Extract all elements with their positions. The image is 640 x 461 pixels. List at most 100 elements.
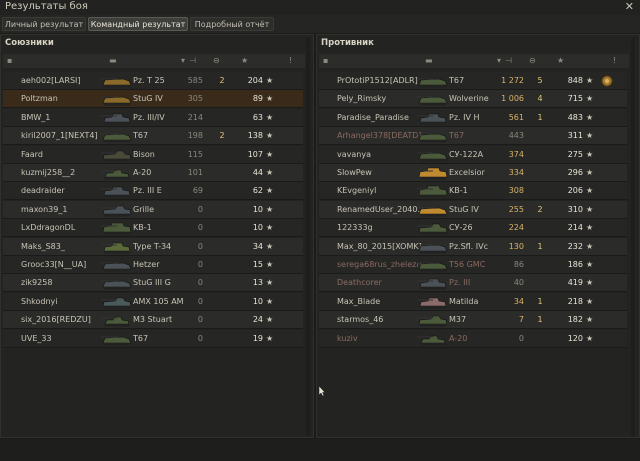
player-name[interactable]: kiril2007_1[NEXT4]	[21, 131, 98, 141]
player-row[interactable]: Arhangel378[DEATD] T67 443 311 ★	[319, 127, 627, 146]
medium-tank-icon	[101, 242, 131, 254]
player-name[interactable]: maxon39_1	[21, 205, 67, 215]
xp-icon[interactable]: ★	[557, 56, 564, 66]
damage-value: 101	[187, 168, 203, 177]
damage-value: 115	[187, 149, 203, 159]
damage-icon[interactable]: ⊣	[505, 56, 512, 66]
damage-value: 0	[197, 260, 203, 269]
player-name[interactable]: UVE_33	[21, 334, 52, 344]
player-row[interactable]: SlowPew Excelsior 334 296 ★	[319, 164, 627, 182]
info-icon[interactable]: !	[289, 56, 292, 66]
player-name[interactable]: vavanya	[337, 150, 371, 160]
platoon-icon[interactable]: ▪	[323, 56, 328, 66]
player-row[interactable]: LxDdragonDL KB-1 0 10 ★	[3, 219, 303, 238]
player-row[interactable]: Max_Blade Matilda 34 1 218 ★	[319, 292, 627, 311]
player-name[interactable]: RenamedUser_2040...	[337, 205, 425, 215]
player-row[interactable]: serega68rus_zhelezm... T56 GMC 86 186 ★	[319, 256, 627, 274]
damage-value: 69	[192, 186, 203, 196]
player-name[interactable]: PrOtotiP1512[ADLR]	[337, 76, 418, 86]
player-name[interactable]: Maks_S83_	[21, 242, 65, 252]
xp-icon[interactable]: ★	[241, 56, 248, 66]
sort-arrow-icon[interactable]: ▾	[181, 56, 185, 66]
player-row[interactable]: zik9258 StuG III G 0 13 ★	[3, 274, 303, 293]
player-row[interactable]: Shkodnyi AMX 105 AM 0 10 ★	[3, 292, 303, 311]
info-icon[interactable]: !	[613, 56, 616, 66]
player-name[interactable]: six_2016[REDZU]	[21, 315, 91, 325]
kills-value: 1	[537, 296, 543, 306]
damage-value: 334	[508, 168, 524, 177]
allies-scrollbar[interactable]	[306, 38, 310, 436]
player-row[interactable]: RenamedUser_2040... StuG IV 255 2 310 ★	[319, 200, 627, 219]
player-row[interactable]: PrOtotiP1512[ADLR] T67 1 272 5 848 ★	[319, 72, 627, 90]
tab-personal-result[interactable]: Личный результат	[2, 17, 86, 31]
spg-tank-icon	[417, 315, 448, 327]
tank-sort-icon[interactable]: ▬	[109, 56, 117, 66]
player-name[interactable]: deadraider	[21, 186, 65, 196]
player-name[interactable]: KEvgeniyl	[337, 186, 376, 196]
close-icon[interactable]: ✕	[625, 0, 634, 13]
player-row[interactable]: aeh002[LARSI] Pz. T 25 585 2 204 ★	[3, 72, 303, 90]
player-row[interactable]: kiril2007_1[NEXT4] T67 198 2 138 ★	[3, 127, 303, 146]
enemies-scrollbar[interactable]	[631, 38, 635, 436]
player-name[interactable]: starmos_46	[337, 315, 383, 325]
player-name[interactable]: Max_80_2015[XOMK]	[337, 242, 422, 252]
player-row[interactable]: 122333g СУ-26 224 214 ★	[319, 219, 627, 238]
tank-name: T67	[133, 131, 149, 141]
player-row[interactable]: kuziv A-20 0 120 ★	[319, 329, 627, 348]
star-icon: ★	[586, 112, 594, 122]
tank-name: Pz. III/IV	[133, 112, 165, 122]
player-name[interactable]: Max_Blade	[337, 297, 380, 307]
damage-value: 0	[518, 333, 524, 343]
player-name[interactable]: zik9258	[21, 278, 52, 288]
player-row[interactable]: Poltzman StuG IV 305 89 ★	[3, 90, 303, 109]
player-name[interactable]: Shkodnyi	[21, 297, 58, 307]
player-row[interactable]: BMW_1 Pz. III/IV 214 63 ★	[3, 108, 303, 127]
player-name[interactable]: SlowPew	[337, 168, 372, 178]
star-icon: ★	[586, 94, 594, 104]
player-row[interactable]: Max_80_2015[XOMK] Pz.Sfl. IVc 130 1 232 ★	[319, 237, 627, 256]
tank-name: M3 Stuart	[133, 315, 173, 325]
player-row[interactable]: vavanya СУ-122А 374 275 ★	[319, 145, 627, 164]
player-row[interactable]: maxon39_1 Grille 0 10 ★	[3, 200, 303, 219]
tab-detailed-report[interactable]: Подробный отчёт	[190, 17, 274, 31]
player-row[interactable]: Faard Bison 115 107 ★	[3, 145, 303, 164]
player-name[interactable]: Poltzman	[21, 94, 58, 104]
player-row[interactable]: kuzmij258__2 A-20 101 44 ★	[3, 164, 303, 182]
player-name[interactable]: 122333g	[337, 223, 373, 233]
player-name[interactable]: aeh002[LARSI]	[21, 76, 81, 86]
player-row[interactable]: Pely_Rimsky Wolverine 1 006 4 715 ★	[319, 90, 627, 109]
experience-value: 218	[567, 296, 583, 306]
kills-icon[interactable]: ⊖	[529, 56, 536, 66]
player-row[interactable]: Grooc33[N__UA] Hetzer 0 15 ★	[3, 256, 303, 274]
window-title: Результаты боя	[5, 1, 88, 12]
player-row[interactable]: KEvgeniyl KB-1 308 206 ★	[319, 182, 627, 201]
player-name[interactable]: kuzmij258__2	[21, 168, 75, 178]
player-row[interactable]: Paradise_Paradise Pz. IV H 561 1 483 ★	[319, 108, 627, 127]
player-name[interactable]: LxDdragonDL	[21, 223, 75, 233]
sort-arrow-icon[interactable]: ▾	[497, 56, 501, 66]
player-name[interactable]: Deathcorer	[337, 278, 382, 288]
experience-value: 206	[567, 186, 583, 196]
player-row[interactable]: deadraider Pz. III E 69 62 ★	[3, 182, 303, 201]
player-row[interactable]: Deathcorer Pz. III 40 419 ★	[319, 274, 627, 293]
damage-icon[interactable]: ⊣	[189, 56, 196, 66]
player-name[interactable]: Faard	[21, 150, 43, 160]
player-row[interactable]: UVE_33 T67 0 19 ★	[3, 329, 303, 348]
player-name[interactable]: kuziv	[337, 334, 358, 344]
platoon-icon[interactable]: ▪	[7, 56, 12, 66]
tank-sort-icon[interactable]: ▬	[425, 56, 433, 66]
player-name[interactable]: Arhangel378[DEATD]	[337, 131, 422, 141]
experience-value: 34	[252, 241, 263, 251]
tank-name: StuG IV	[133, 94, 163, 104]
tab-team-result[interactable]: Командный результат	[88, 17, 188, 31]
light-tank-icon	[417, 335, 446, 346]
player-name[interactable]: Pely_Rimsky	[337, 94, 386, 104]
player-row[interactable]: six_2016[REDZU] M3 Stuart 0 24 ★	[3, 311, 303, 330]
player-row[interactable]: starmos_46 M37 7 1 182 ★	[319, 311, 627, 330]
player-row[interactable]: Maks_S83_ Type T-34 0 34 ★	[3, 237, 303, 256]
td-tank-icon	[417, 133, 448, 143]
player-name[interactable]: BMW_1	[21, 113, 50, 123]
player-name[interactable]: Grooc33[N__UA]	[21, 260, 86, 270]
kills-icon[interactable]: ⊖	[213, 56, 220, 66]
player-name[interactable]: Paradise_Paradise	[337, 113, 409, 123]
